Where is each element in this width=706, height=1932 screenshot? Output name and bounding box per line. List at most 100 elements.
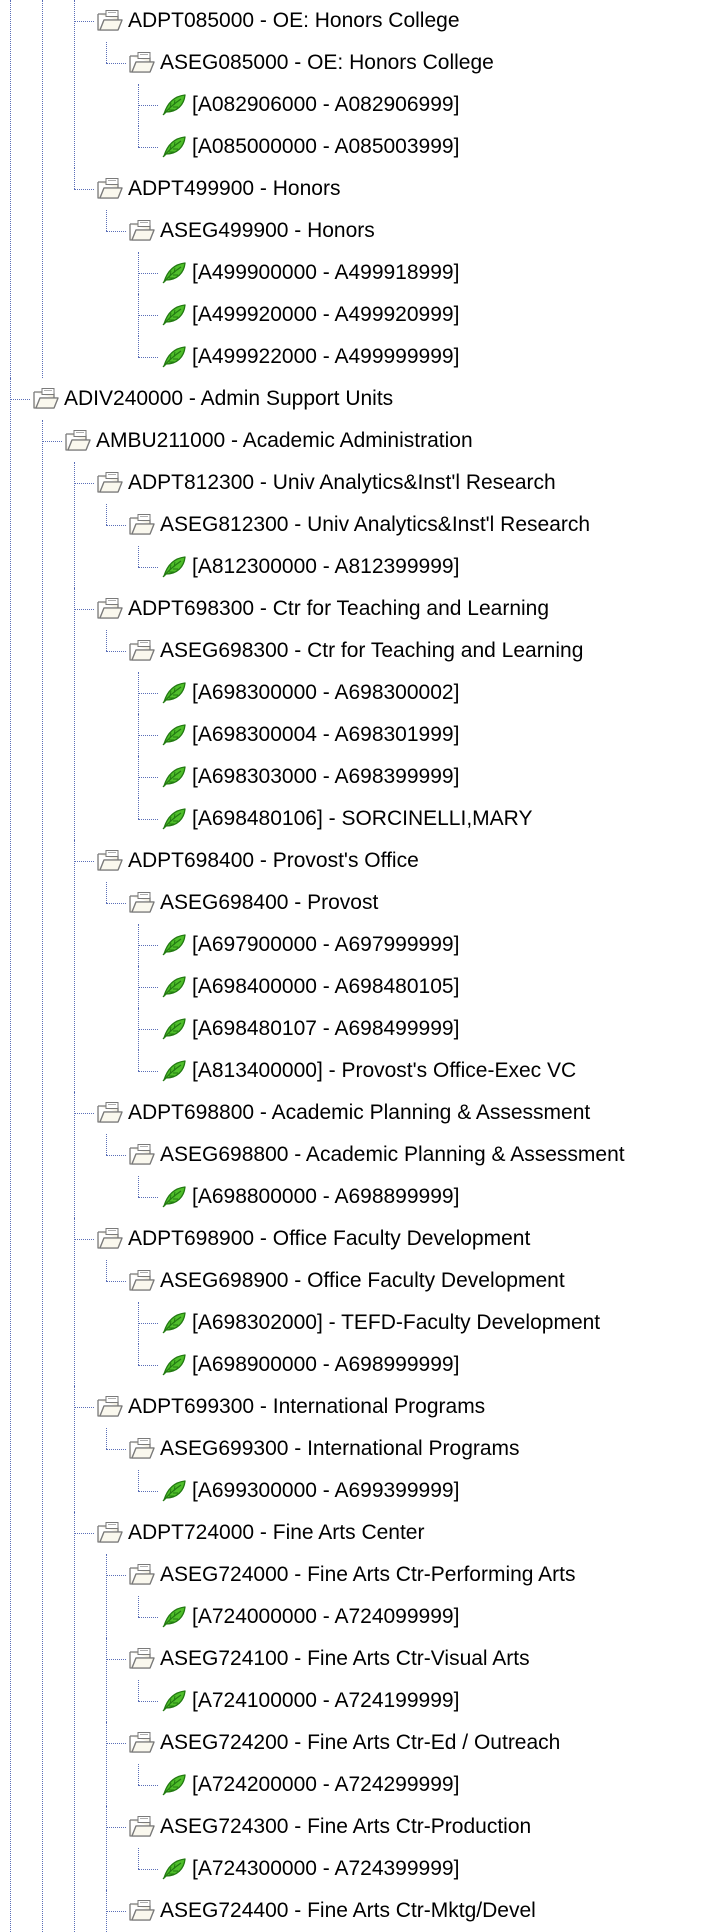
- tree-node[interactable]: [A699300000 - A699399999]: [160, 1470, 459, 1512]
- tree-node[interactable]: [A085000000 - A085003999]: [160, 126, 459, 168]
- tree-node-label: ASEG724300 - Fine Arts Ctr-Production: [160, 1815, 532, 1838]
- tree-node-label: ASEG724100 - Fine Arts Ctr-Visual Arts: [160, 1647, 530, 1670]
- tree-node[interactable]: ADPT698800 - Academic Planning & Assessm…: [96, 1092, 590, 1134]
- tree-connector-vertical: [138, 336, 139, 357]
- folder-open-icon: [128, 1731, 156, 1755]
- leaf-icon: [160, 1479, 188, 1503]
- tree-connector-horizontal: [138, 1701, 158, 1702]
- tree-connector-vertical: [74, 1218, 75, 1386]
- folder-open-icon: [128, 1899, 156, 1923]
- tree-connector-horizontal: [106, 231, 126, 232]
- tree-connector-horizontal: [138, 819, 158, 820]
- tree-connector-horizontal: [106, 903, 126, 904]
- tree-node-label: [A697900000 - A697999999]: [192, 933, 460, 956]
- tree-connector-horizontal: [138, 1197, 158, 1198]
- tree-connector-horizontal: [106, 1281, 126, 1282]
- tree-node[interactable]: ASEG724200 - Fine Arts Ctr-Ed / Outreach: [128, 1722, 560, 1764]
- tree-node-label: [A085000000 - A085003999]: [192, 135, 460, 158]
- tree-node-label: [A698302000] - TEFD-Faculty Development: [192, 1311, 601, 1334]
- tree-connector-horizontal: [138, 1323, 158, 1324]
- tree-connector-horizontal: [138, 693, 158, 694]
- tree-node[interactable]: [A698900000 - A698999999]: [160, 1344, 459, 1386]
- tree-node[interactable]: ADPT499900 - Honors: [96, 168, 340, 210]
- leaf-icon: [160, 303, 188, 327]
- tree-connector-vertical: [106, 1722, 107, 1806]
- tree-connector-vertical: [138, 1344, 139, 1365]
- folder-open-icon: [128, 1269, 156, 1293]
- tree-node[interactable]: [A697900000 - A697999999]: [160, 924, 459, 966]
- folder-open-icon: [96, 9, 124, 33]
- tree-connector-vertical: [106, 882, 107, 903]
- tree-node[interactable]: [A698400000 - A698480105]: [160, 966, 459, 1008]
- tree-connector-horizontal: [106, 525, 126, 526]
- tree-node[interactable]: [A698480107 - A698499999]: [160, 1008, 459, 1050]
- tree-node-label: ASEG724000 - Fine Arts Ctr-Performing Ar…: [160, 1563, 576, 1586]
- tree-node-label: [A698480107 - A698499999]: [192, 1017, 460, 1040]
- folder-open-icon: [96, 1227, 124, 1251]
- tree-node-label: ASEG699300 - International Programs: [160, 1437, 520, 1460]
- tree-node[interactable]: [A724300000 - A724399999]: [160, 1848, 459, 1890]
- tree-node[interactable]: ASEG812300 - Univ Analytics&Inst'l Resea…: [128, 504, 590, 546]
- leaf-icon: [160, 1773, 188, 1797]
- tree-node[interactable]: AMBU211000 - Academic Administration: [64, 420, 473, 462]
- folder-open-icon: [96, 177, 124, 201]
- tree-node-label: ADPT698400 - Provost's Office: [128, 849, 419, 872]
- tree-node[interactable]: ASEG698400 - Provost: [128, 882, 378, 924]
- folder-open-icon: [128, 1437, 156, 1461]
- tree-connector-horizontal: [74, 1113, 94, 1114]
- tree-connector-vertical: [138, 1176, 139, 1197]
- tree-node[interactable]: ASEG724400 - Fine Arts Ctr-Mktg/Devel: [128, 1890, 536, 1932]
- tree-node[interactable]: ADPT699300 - International Programs: [96, 1386, 485, 1428]
- tree-node[interactable]: [A499920000 - A499920999]: [160, 294, 459, 336]
- tree-connector-horizontal: [106, 1911, 126, 1912]
- tree-node[interactable]: [A698800000 - A698899999]: [160, 1176, 459, 1218]
- tree-node-label: [A082906000 - A082906999]: [192, 93, 460, 116]
- tree-node[interactable]: ASEG699300 - International Programs: [128, 1428, 520, 1470]
- tree-node-label: ADPT085000 - OE: Honors College: [128, 9, 460, 32]
- tree-node[interactable]: [A813400000] - Provost's Office-Exec VC: [160, 1050, 576, 1092]
- tree-node[interactable]: ADIV240000 - Admin Support Units: [32, 378, 393, 420]
- tree-node[interactable]: ADPT698300 - Ctr for Teaching and Learni…: [96, 588, 549, 630]
- tree-node[interactable]: ADPT085000 - OE: Honors College: [96, 0, 460, 42]
- tree-node[interactable]: [A698303000 - A698399999]: [160, 756, 459, 798]
- tree-node[interactable]: ASEG698800 - Academic Planning & Assessm…: [128, 1134, 625, 1176]
- tree-connector-vertical: [138, 546, 139, 567]
- tree-node[interactable]: [A724100000 - A724199999]: [160, 1680, 459, 1722]
- tree-connector-horizontal: [106, 1659, 126, 1660]
- tree-node[interactable]: [A812300000 - A812399999]: [160, 546, 459, 588]
- tree-node[interactable]: ASEG499900 - Honors: [128, 210, 375, 252]
- tree-node[interactable]: [A724000000 - A724099999]: [160, 1596, 459, 1638]
- tree-node[interactable]: [A698302000] - TEFD-Faculty Development: [160, 1302, 600, 1344]
- tree-node[interactable]: ADPT698400 - Provost's Office: [96, 840, 419, 882]
- folder-open-icon: [96, 471, 124, 495]
- tree-node-label: [A698300004 - A698301999]: [192, 723, 460, 746]
- tree-node[interactable]: ASEG698300 - Ctr for Teaching and Learni…: [128, 630, 583, 672]
- tree-connector-horizontal: [74, 483, 94, 484]
- tree-connector-horizontal: [106, 1155, 126, 1156]
- tree-node[interactable]: [A698480106] - SORCINELLI,MARY: [160, 798, 532, 840]
- tree-node[interactable]: ASEG698900 - Office Faculty Development: [128, 1260, 565, 1302]
- tree-node[interactable]: ADPT724000 - Fine Arts Center: [96, 1512, 424, 1554]
- tree-node[interactable]: [A698300004 - A698301999]: [160, 714, 459, 756]
- tree-node[interactable]: [A499900000 - A499918999]: [160, 252, 459, 294]
- tree-node-label: ADIV240000 - Admin Support Units: [64, 387, 394, 410]
- tree-node[interactable]: [A082906000 - A082906999]: [160, 84, 459, 126]
- tree-node-label: ADPT699300 - International Programs: [128, 1395, 486, 1418]
- tree-node[interactable]: ADPT698900 - Office Faculty Development: [96, 1218, 530, 1260]
- leaf-icon: [160, 1689, 188, 1713]
- tree-connector-vertical: [106, 210, 107, 231]
- tree-node[interactable]: ASEG085000 - OE: Honors College: [128, 42, 494, 84]
- tree-connector-vertical: [138, 1470, 139, 1491]
- tree-connector-horizontal: [10, 399, 30, 400]
- tree-node[interactable]: ASEG724100 - Fine Arts Ctr-Visual Arts: [128, 1638, 530, 1680]
- tree-node[interactable]: [A698300000 - A698300002]: [160, 672, 459, 714]
- tree-node[interactable]: ADPT812300 - Univ Analytics&Inst'l Resea…: [96, 462, 556, 504]
- tree-node[interactable]: [A499922000 - A499999999]: [160, 336, 459, 378]
- tree-node-label: [A698480106] - SORCINELLI,MARY: [192, 807, 533, 830]
- tree-node-label: ASEG724200 - Fine Arts Ctr-Ed / Outreach: [160, 1731, 561, 1754]
- tree-node[interactable]: ASEG724000 - Fine Arts Ctr-Performing Ar…: [128, 1554, 576, 1596]
- leaf-icon: [160, 765, 188, 789]
- tree-node[interactable]: [A724200000 - A724299999]: [160, 1764, 459, 1806]
- tree-node[interactable]: ASEG724300 - Fine Arts Ctr-Production: [128, 1806, 531, 1848]
- tree-connector-vertical: [106, 1428, 107, 1449]
